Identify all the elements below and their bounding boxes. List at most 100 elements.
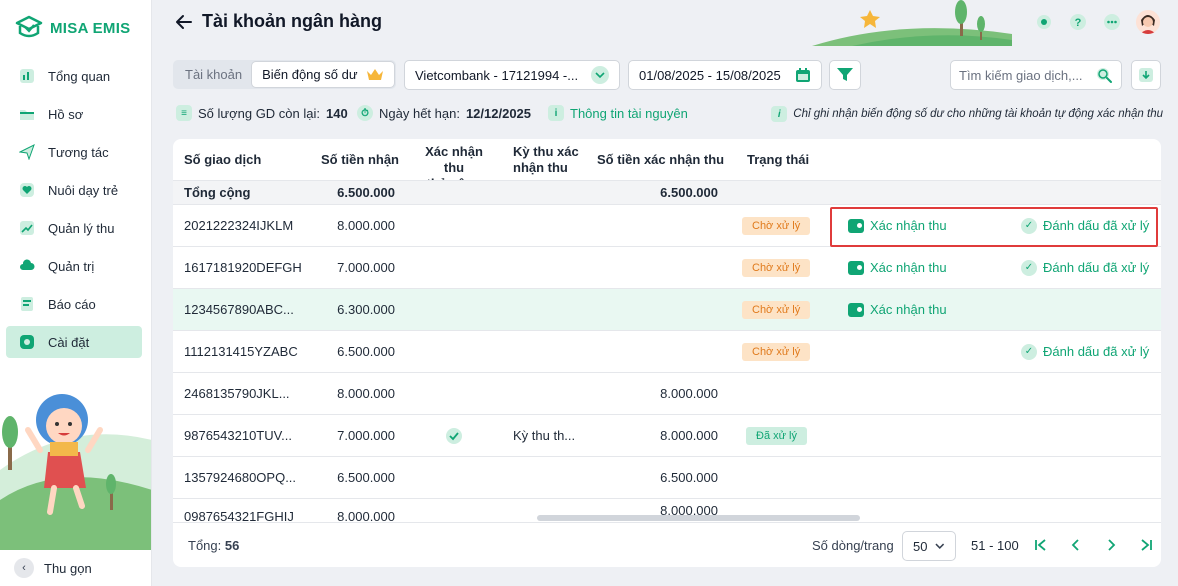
amount: 6.500.000	[337, 470, 395, 485]
sidebar-item-profile[interactable]: Hồ sơ	[6, 98, 142, 130]
total-row: Tổng cộng 6.500.000 6.500.000	[173, 180, 1161, 204]
gear-icon[interactable]	[1034, 12, 1054, 32]
last-page-icon	[1141, 539, 1152, 551]
clock-icon: ⏱	[357, 105, 373, 121]
search-input[interactable]	[959, 67, 1089, 83]
status-cell: Chờ xử lý	[742, 205, 811, 246]
logo-text: MISA EMIS	[50, 19, 131, 37]
table-row[interactable]: 1112131415YZABC 6.500.000 Chờ xử lý ✓ Đán…	[173, 330, 1161, 372]
rows-per-page-value: 50	[913, 538, 928, 554]
period: Kỳ thu th...	[513, 428, 576, 443]
folder-icon	[18, 105, 36, 123]
col-period: Kỳ thu xác nhận thu	[513, 144, 579, 176]
table-row[interactable]: 2021222324IJKLM 8.000.000 Chờ xử lý Xác …	[173, 204, 1161, 246]
table-header: Số giao dịch Số tiền nhận Xác nhận thu t…	[173, 139, 1161, 191]
next-page-button[interactable]	[1101, 535, 1121, 555]
remaining-transactions: ≡ Số lượng GD còn lại: 140	[176, 105, 348, 121]
back-arrow-icon[interactable]	[174, 12, 194, 32]
date-range-picker[interactable]: 01/08/2025 - 15/08/2025	[628, 60, 822, 90]
status-badge: Chờ xử lý	[742, 216, 811, 235]
status-badge: Chờ xử lý	[742, 258, 811, 277]
tab-account[interactable]: Tài khoản	[175, 62, 252, 87]
table-row[interactable]: 1357924680OPQ... 6.500.000 6.500.000	[173, 456, 1161, 498]
confirm-receipt-button[interactable]: Xác nhận thu	[848, 289, 947, 330]
sidebar-item-parenting[interactable]: Nuôi dạy trẻ	[6, 174, 142, 206]
mark-processed-button[interactable]: ✓ Đánh dấu đã xử lý	[1021, 247, 1149, 288]
hill-illustration	[812, 0, 1012, 46]
confirm-receipt-button[interactable]: Xác nhận thu	[848, 205, 947, 246]
chevron-left-icon	[1071, 539, 1079, 551]
col-amount: Số tiền nhận	[321, 152, 399, 167]
mark-processed-button[interactable]: ✓ Đánh dấu đã xử lý	[1021, 205, 1149, 246]
report-icon	[18, 295, 36, 313]
export-button[interactable]	[1131, 60, 1161, 90]
filter-button[interactable]	[829, 60, 861, 90]
status-badge: Chờ xử lý	[742, 342, 811, 361]
sidebar-item-label: Cài đặt	[48, 334, 90, 350]
remaining-label: Số lượng GD còn lại:	[198, 105, 321, 121]
sidebar-item-label: Quản trị	[48, 258, 95, 274]
table-row[interactable]: 2468135790JKL... 8.000.000 8.000.000	[173, 372, 1161, 414]
user-avatar[interactable]	[1136, 10, 1160, 34]
check-circle-icon: ✓	[1021, 217, 1037, 234]
sidebar: MISA EMIS Tổng quan Hồ sơ Tương tác Nuôi…	[0, 0, 152, 586]
col-transaction-code: Số giao dịch	[184, 152, 262, 167]
sidebar-item-interaction[interactable]: Tương tác	[6, 136, 142, 168]
first-page-button[interactable]	[1031, 535, 1051, 555]
table-row[interactable]: 9876543210TUV... 7.000.000 Kỳ thu th... …	[173, 414, 1161, 456]
download-icon	[1139, 68, 1153, 82]
resource-info[interactable]: i Thông tin tài nguyên	[548, 105, 688, 121]
tab-balance-changes[interactable]: Biến động số dư	[252, 62, 394, 87]
info-icon: i	[548, 105, 564, 121]
bank-account-select[interactable]: Vietcombank - 17121994 -...	[404, 60, 620, 90]
confirmed-amount: 8.000.000	[660, 386, 718, 401]
sidebar-item-label: Nuôi dạy trẻ	[48, 182, 119, 198]
table-row[interactable]: 1617181920DEFGH 7.000.000 Chờ xử lý Xác …	[173, 246, 1161, 288]
total-amount: 6.500.000	[337, 185, 395, 200]
page-title: Tài khoản ngân hàng	[202, 11, 383, 31]
mark-processed-label: Đánh dấu đã xử lý	[1043, 344, 1150, 359]
sidebar-item-reports[interactable]: Báo cáo	[6, 288, 142, 320]
bank-account-value: Vietcombank - 17121994 -...	[415, 67, 579, 83]
collapse-label: Thu gọn	[44, 560, 92, 576]
crown-icon	[366, 68, 383, 80]
logo[interactable]: MISA EMIS	[14, 14, 130, 42]
confirm-receipt-button[interactable]: Xác nhận thu	[848, 247, 947, 288]
date-range-value: 01/08/2025 - 15/08/2025	[639, 67, 781, 83]
col-status: Trạng thái	[747, 152, 810, 167]
chevron-down-icon	[591, 66, 609, 84]
help-icon[interactable]: ?	[1068, 12, 1088, 32]
page-range: 51 - 100	[971, 538, 1019, 553]
prev-page-button[interactable]	[1066, 535, 1086, 555]
amount: 7.000.000	[337, 428, 395, 443]
view-toggle: Tài khoản Biến động số dư	[173, 60, 396, 89]
col-period-line2: nhận thu	[513, 160, 568, 175]
amount: 6.300.000	[337, 302, 395, 317]
rows-per-page-select[interactable]: 50	[902, 531, 956, 561]
sidebar-item-overview[interactable]: Tổng quan	[6, 60, 142, 92]
info-icon: i	[771, 106, 788, 122]
confirm-receipt-label: Xác nhận thu	[870, 218, 947, 233]
search-box	[950, 60, 1122, 90]
expiry-date: ⏱ Ngày hết hạn: 12/12/2025	[357, 105, 531, 121]
sidebar-item-label: Quản lý thu	[48, 220, 115, 236]
search-icon[interactable]	[1095, 66, 1113, 84]
more-icon[interactable]	[1102, 12, 1122, 32]
status-cell: Chờ xử lý	[742, 331, 811, 372]
col-manual-line1: Xác nhận thu	[425, 144, 483, 175]
sidebar-item-admin[interactable]: Quản trị	[6, 250, 142, 282]
chevron-right-icon	[1108, 539, 1116, 551]
resource-info-link[interactable]: Thông tin tài nguyên	[570, 106, 688, 121]
transaction-code: 1234567890ABC...	[184, 302, 294, 317]
manual-confirm-check	[445, 415, 463, 456]
calendar-icon	[796, 68, 810, 82]
horizontal-scrollbar[interactable]	[537, 515, 860, 521]
mark-processed-button[interactable]: ✓ Đánh dấu đã xử lý	[1021, 331, 1149, 372]
last-page-button[interactable]	[1136, 535, 1156, 555]
mark-processed-label: Đánh dấu đã xử lý	[1043, 260, 1150, 275]
table-row[interactable]: 1234567890ABC... 6.300.000 Chờ xử lý Xác…	[173, 288, 1161, 330]
wallet-icon	[848, 302, 864, 317]
sidebar-item-fees[interactable]: Quản lý thu	[6, 212, 142, 244]
sidebar-item-settings[interactable]: Cài đặt	[6, 326, 142, 358]
collapse-button[interactable]: ‹ Thu gọn	[14, 558, 92, 578]
